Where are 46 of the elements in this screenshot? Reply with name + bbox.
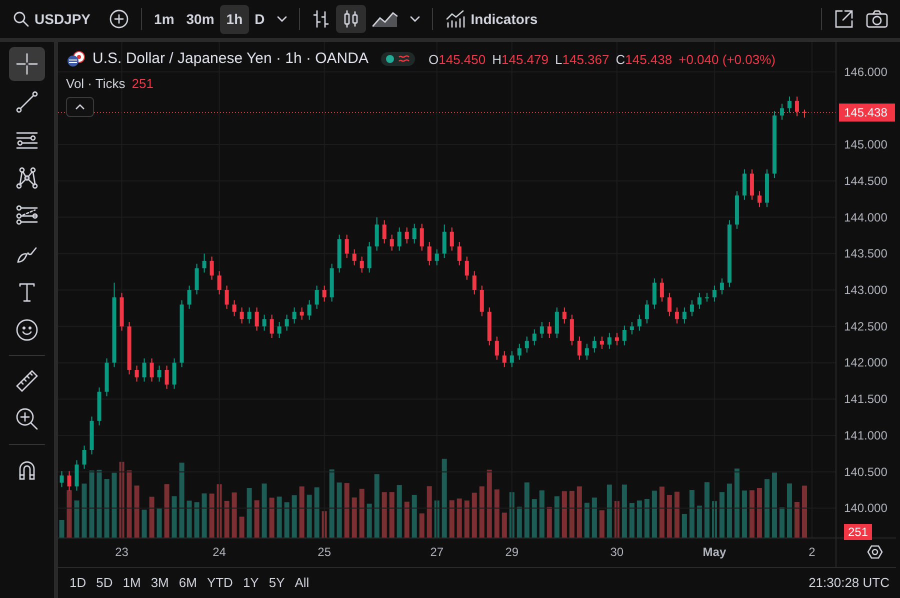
date-axis-label: 24 [212, 545, 226, 559]
interval-tab[interactable]: 30m [180, 4, 220, 34]
ohlc-value: O145.450 [428, 50, 486, 68]
interval-tab[interactable]: 1m [148, 4, 180, 34]
price-axis-label: 141.500 [844, 392, 888, 406]
date-axis-label: 2 [808, 545, 816, 559]
range-button[interactable]: 1M [118, 571, 146, 595]
volume-indicator-label: Vol · Ticks [66, 74, 126, 93]
chart-title: U.S. Dollar / Japanese Yen · 1h · OANDA [92, 49, 368, 69]
interval-tab[interactable]: D [248, 4, 271, 34]
range-button[interactable]: 1Y [238, 571, 264, 595]
clock: 21:30:28 UTC [808, 574, 890, 592]
price-axis-label: 146.000 [844, 64, 888, 79]
range-button[interactable]: 5Y [264, 571, 290, 595]
price-axis-label: 143.000 [844, 283, 888, 297]
price-axis-label: 142.500 [844, 319, 888, 334]
interval-tab[interactable]: 1h [220, 4, 249, 34]
volume-value-label: 251 [844, 524, 872, 540]
symbol-search[interactable]: USDJPY [6, 4, 97, 34]
ohlc-value: H145.479 [492, 50, 548, 68]
price-axis-label: 140.500 [844, 464, 888, 479]
date-axis-label: 29 [505, 545, 519, 559]
date-axis-label: May [702, 545, 726, 559]
date-axis-label: 30 [610, 545, 624, 559]
price-axis-label: 145.000 [844, 138, 888, 152]
date-axis-label: 23 [115, 545, 128, 559]
date-axis-label: 27 [430, 545, 444, 559]
range-button[interactable]: 1D [64, 571, 92, 595]
range-button[interactable]: 5D [91, 571, 118, 595]
range-button[interactable]: YTD [202, 571, 238, 595]
ohlc-value: L145.367 [555, 50, 610, 68]
price-axis-label: 144.000 [844, 210, 888, 224]
date-axis-label: 25 [318, 545, 332, 559]
price-axis-label: 142.000 [844, 356, 888, 370]
range-button[interactable]: 3M [146, 571, 174, 595]
price-axis-label: 144.500 [844, 174, 888, 188]
indicators-button[interactable]: Indicators [438, 4, 544, 34]
range-button[interactable]: 6M [174, 571, 202, 595]
price-axis-label: 140.000 [844, 501, 888, 516]
ohlc-value: C145.438 [616, 50, 672, 68]
volume-indicator-value: 251 [132, 74, 154, 93]
price-change: +0.040 (+0.03%) [678, 50, 776, 69]
last-price-label: 145.438 [839, 104, 895, 122]
price-axis-label: 143.500 [844, 246, 888, 261]
range-button[interactable]: All [290, 571, 314, 595]
price-axis-label: 141.000 [844, 428, 888, 442]
